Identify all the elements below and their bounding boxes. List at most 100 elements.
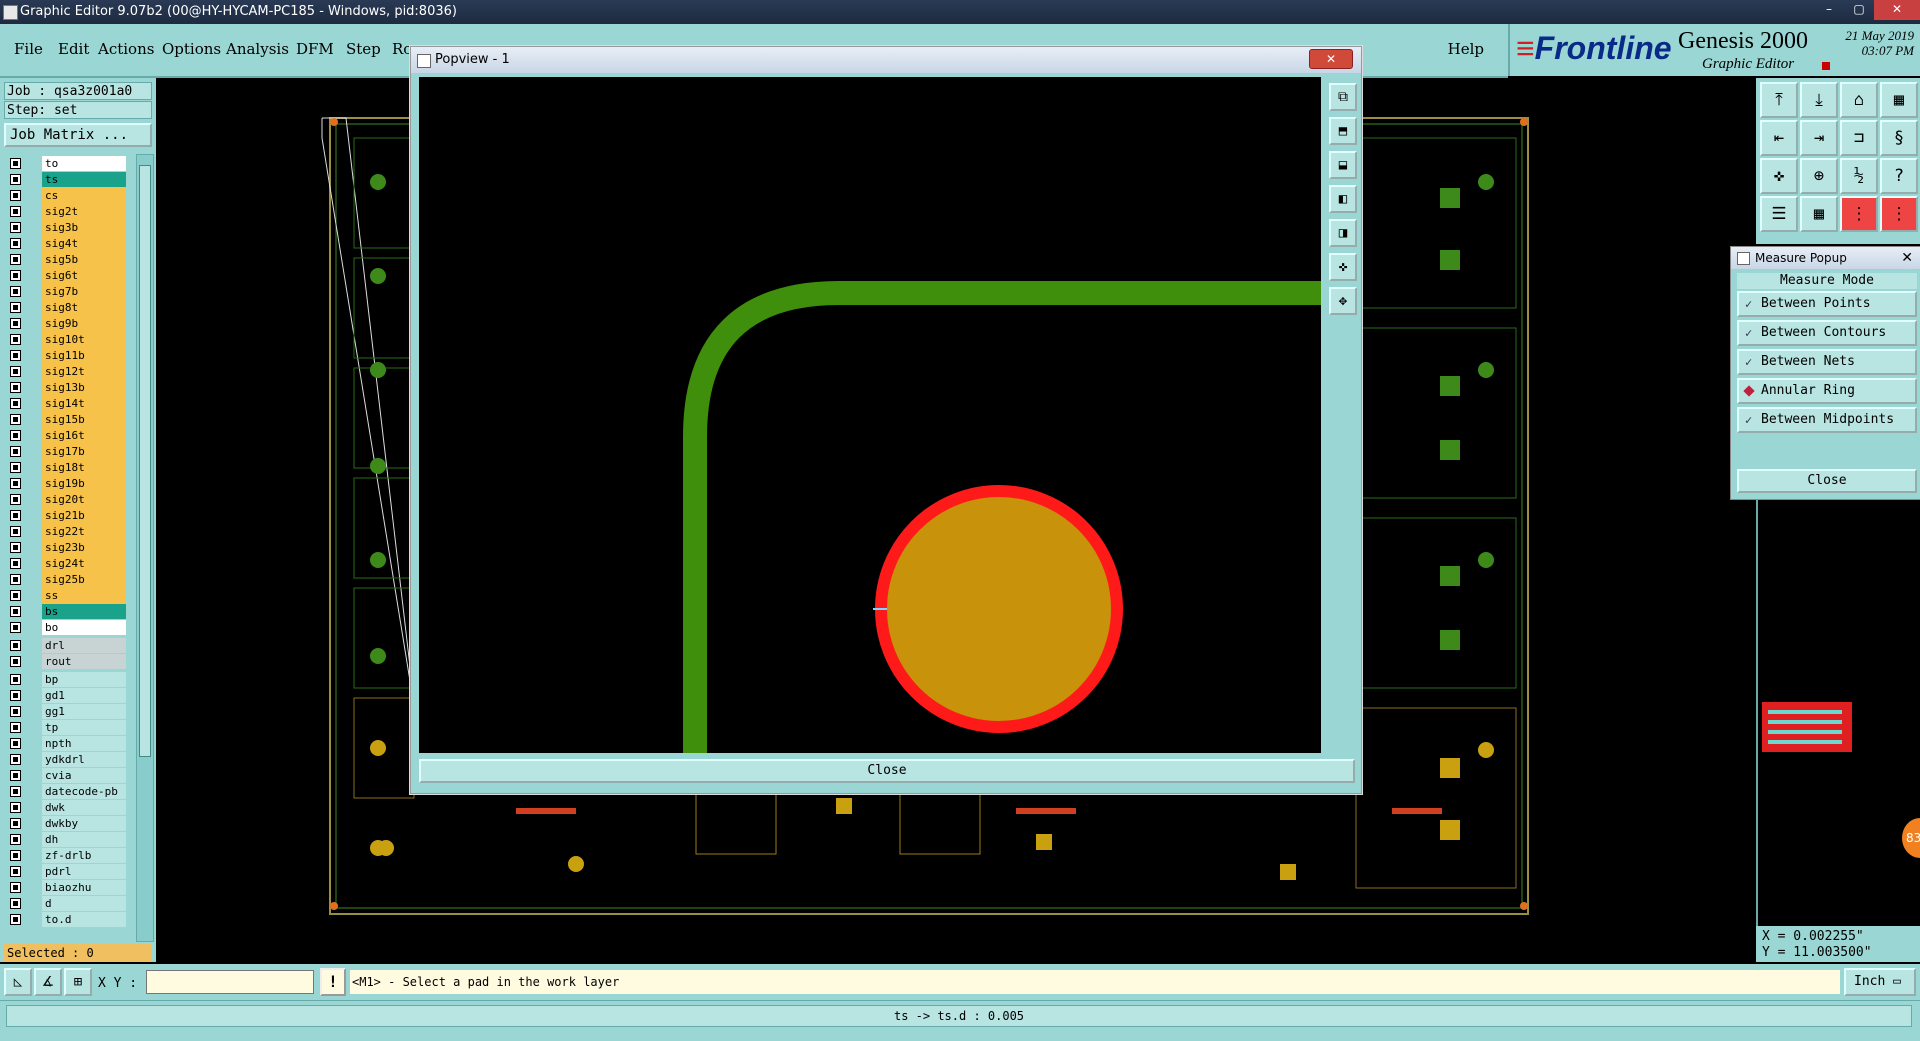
measure-close-icon[interactable]: ✕ — [1901, 247, 1913, 269]
layer-name[interactable]: sig17b — [42, 444, 126, 459]
layer-name[interactable]: sig11b — [42, 348, 126, 363]
layer-name[interactable]: sig7b — [42, 284, 126, 299]
close-window-button[interactable]: ✕ — [1874, 0, 1920, 20]
pan-right-icon[interactable]: ◨ — [1329, 219, 1357, 247]
layer-checkbox[interactable] — [10, 286, 21, 297]
measure-close-button[interactable]: Close — [1737, 469, 1917, 493]
layer-row-dwk[interactable]: dwk — [4, 800, 126, 815]
layer-row-datecode-pb[interactable]: datecode-pb — [4, 784, 126, 799]
home-down-icon[interactable]: ⤓ — [1800, 82, 1838, 118]
layer-name[interactable]: sig13b — [42, 380, 126, 395]
layer-row-zf-drlb[interactable]: zf-drlb — [4, 848, 126, 863]
layer-checkbox[interactable] — [10, 770, 21, 781]
layer-row-sig4t[interactable]: sig4t — [4, 236, 126, 251]
layer-list-scrollbar[interactable] — [136, 154, 154, 942]
layer-name[interactable]: datecode-pb — [42, 784, 126, 799]
layer-row-sig5b[interactable]: sig5b — [4, 252, 126, 267]
layer-checkbox[interactable] — [10, 366, 21, 377]
net-icon[interactable]: ⋮ — [1840, 196, 1878, 232]
layer-name[interactable]: sig6t — [42, 268, 126, 283]
layer-name[interactable]: tp — [42, 720, 126, 735]
job-matrix-button[interactable]: Job Matrix ... — [4, 123, 152, 147]
layer-row-sig3b[interactable]: sig3b — [4, 220, 126, 235]
mode-between-nets[interactable]: ✓ Between Nets — [1737, 349, 1917, 375]
layer-name[interactable]: d — [42, 896, 126, 911]
scale-icon[interactable]: ½ — [1840, 158, 1878, 194]
layer-row-sig18t[interactable]: sig18t — [4, 460, 126, 475]
arrow-left-icon[interactable]: ⇤ — [1760, 120, 1798, 156]
menu-actions[interactable]: Actions — [98, 40, 154, 58]
layer-name[interactable]: bo — [42, 620, 126, 635]
layer-checkbox[interactable] — [10, 722, 21, 733]
zoom-out-icon[interactable]: ✥ — [1329, 287, 1357, 315]
grid-icon[interactable]: ▦ — [1800, 196, 1838, 232]
menu-options[interactable]: Options — [162, 40, 221, 58]
layer-checkbox[interactable] — [10, 318, 21, 329]
minimize-button[interactable]: – — [1814, 0, 1844, 20]
pan-up-icon[interactable]: ⬒ — [1329, 117, 1357, 145]
layer-row-ss[interactable]: ss — [4, 588, 126, 603]
layer-checkbox[interactable] — [10, 462, 21, 473]
layer-checkbox[interactable] — [10, 640, 21, 651]
layer-row-bo[interactable]: bo — [4, 620, 126, 635]
layer-checkbox[interactable] — [10, 174, 21, 185]
layer-name[interactable]: sig9b — [42, 316, 126, 331]
layer-name[interactable]: sig14t — [42, 396, 126, 411]
layer-row-npth[interactable]: npth — [4, 736, 126, 751]
layer-name[interactable]: sig24t — [42, 556, 126, 571]
layer-checkbox[interactable] — [10, 622, 21, 633]
layer-checkbox[interactable] — [10, 222, 21, 233]
layer-name[interactable]: sig15b — [42, 412, 126, 427]
menu-help[interactable]: Help — [1448, 40, 1484, 58]
layer-checkbox[interactable] — [10, 302, 21, 313]
layer-name[interactable]: sig3b — [42, 220, 126, 235]
layer-name[interactable]: sig18t — [42, 460, 126, 475]
layer-checkbox[interactable] — [10, 238, 21, 249]
layer-row-sig2t[interactable]: sig2t — [4, 204, 126, 219]
popview-titlebar[interactable]: Popview - 1 ✕ — [411, 47, 1361, 73]
layer-row-sig20t[interactable]: sig20t — [4, 492, 126, 507]
overview-thumbnail[interactable] — [1762, 702, 1852, 752]
split-icon[interactable]: ⊐ — [1840, 120, 1878, 156]
layer-name[interactable]: dwk — [42, 800, 126, 815]
mode-between-points[interactable]: ✓ Between Points — [1737, 291, 1917, 317]
home-icon[interactable]: ⌂ — [1840, 82, 1878, 118]
net-select-icon[interactable]: ⋮ — [1880, 196, 1918, 232]
layer-name[interactable]: sig12t — [42, 364, 126, 379]
mode-between-midpoints[interactable]: ✓ Between Midpoints — [1737, 407, 1917, 433]
layer-name[interactable]: rout — [42, 654, 126, 669]
measure-titlebar[interactable]: Measure Popup ✕ — [1731, 247, 1920, 269]
menu-analysis[interactable]: Analysis — [226, 40, 289, 58]
layer-name[interactable]: sig19b — [42, 476, 126, 491]
snap-icon[interactable]: ◺ — [4, 968, 32, 996]
layer-row-sig9b[interactable]: sig9b — [4, 316, 126, 331]
layer-checkbox[interactable] — [10, 254, 21, 265]
layer-checkbox[interactable] — [10, 786, 21, 797]
maximize-button[interactable]: ▢ — [1844, 0, 1874, 20]
pan-left-icon[interactable]: ◧ — [1329, 185, 1357, 213]
layer-row-sig15b[interactable]: sig15b — [4, 412, 126, 427]
xy-input[interactable] — [146, 970, 314, 994]
layer-name[interactable]: sig2t — [42, 204, 126, 219]
layer-name[interactable]: sig20t — [42, 492, 126, 507]
help-icon[interactable]: ? — [1880, 158, 1918, 194]
layer-row-rout[interactable]: rout — [4, 654, 126, 669]
layer-checkbox[interactable] — [10, 898, 21, 909]
scrollbar-thumb[interactable] — [139, 165, 151, 757]
layer-row-to.d[interactable]: to.d — [4, 912, 126, 927]
layer-checkbox[interactable] — [10, 190, 21, 201]
layer-name[interactable]: drl — [42, 638, 126, 653]
layer-checkbox[interactable] — [10, 414, 21, 425]
layer-row-sig22t[interactable]: sig22t — [4, 524, 126, 539]
layer-name[interactable]: dwkby — [42, 816, 126, 831]
layer-row-sig10t[interactable]: sig10t — [4, 332, 126, 347]
layer-row-sig7b[interactable]: sig7b — [4, 284, 126, 299]
layer-checkbox[interactable] — [10, 382, 21, 393]
layer-row-sig8t[interactable]: sig8t — [4, 300, 126, 315]
layer-checkbox[interactable] — [10, 834, 21, 845]
layer-checkbox[interactable] — [10, 706, 21, 717]
layer-name[interactable]: sig8t — [42, 300, 126, 315]
layer-row-gd1[interactable]: gd1 — [4, 688, 126, 703]
layer-row-sig11b[interactable]: sig11b — [4, 348, 126, 363]
layer-name[interactable]: zf-drlb — [42, 848, 126, 863]
